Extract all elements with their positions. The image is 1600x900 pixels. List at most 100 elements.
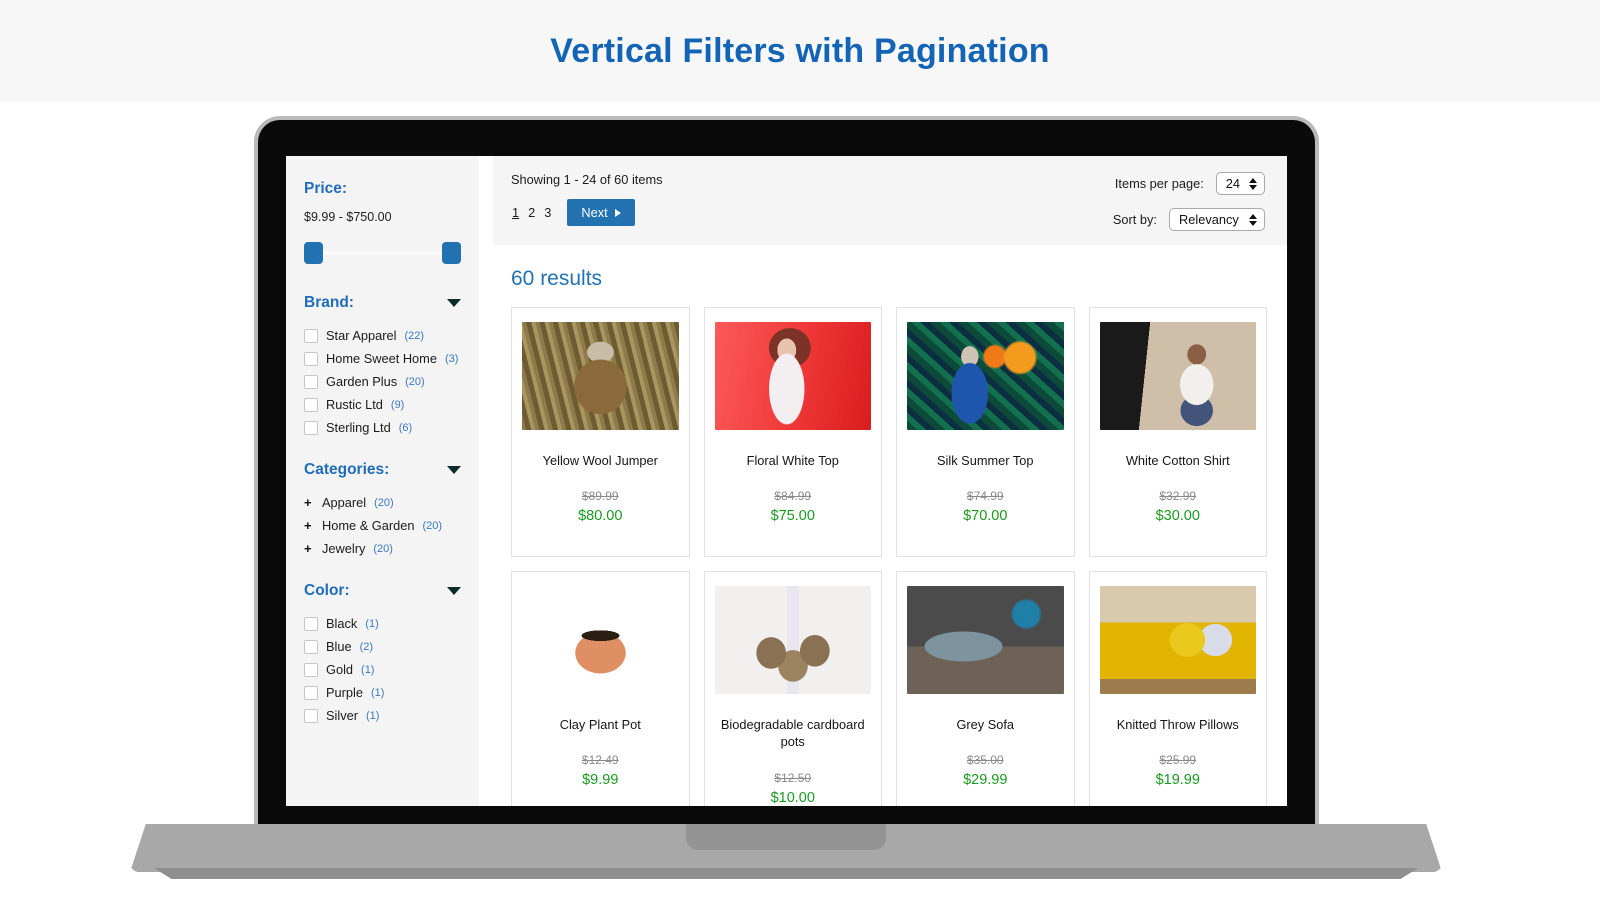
checkbox-icon[interactable]	[304, 709, 318, 723]
product-card[interactable]: Clay Plant Pot $12.49 $9.99	[511, 571, 690, 806]
checkbox-icon[interactable]	[304, 686, 318, 700]
color-option[interactable]: Silver (1)	[304, 704, 461, 727]
product-card[interactable]: Yellow Wool Jumper $89.99 $80.00	[511, 307, 690, 557]
page-link-2[interactable]: 2	[527, 205, 536, 220]
brand-option[interactable]: Garden Plus (20)	[304, 370, 461, 393]
color-option[interactable]: Purple (1)	[304, 681, 461, 704]
product-price: $75.00	[771, 508, 815, 524]
brand-option-count: (20)	[405, 376, 425, 388]
product-card[interactable]: Silk Summer Top $74.99 $70.00	[896, 307, 1075, 557]
checkbox-icon[interactable]	[304, 398, 318, 412]
product-card[interactable]: Floral White Top $84.99 $75.00	[704, 307, 883, 557]
facet-divider	[286, 439, 479, 461]
brand-option-label: Sterling Ltd	[326, 420, 391, 435]
toolbar-right: Items per page: 24 Sort by: Relevancy	[1113, 172, 1265, 231]
product-card[interactable]: Biodegradable cardboard pots $12.50 $10.…	[704, 571, 883, 806]
color-option[interactable]: Gold (1)	[304, 658, 461, 681]
chevron-down-icon[interactable]	[447, 466, 461, 474]
laptop-lid: Price: $9.99 - $750.00 Brand:	[258, 120, 1315, 830]
product-price: $10.00	[771, 790, 815, 806]
facet-price-title: Price:	[304, 180, 347, 198]
results-heading: 60 results	[493, 245, 1287, 307]
pagination: 1 2 3 Next	[511, 199, 663, 226]
checkbox-icon[interactable]	[304, 640, 318, 654]
laptop-screen: Price: $9.99 - $750.00 Brand:	[286, 156, 1287, 806]
product-price: $30.00	[1156, 508, 1200, 524]
brand-option[interactable]: Sterling Ltd (6)	[304, 416, 461, 439]
next-button-label: Next	[581, 205, 607, 220]
page-banner: Vertical Filters with Pagination	[0, 0, 1600, 102]
product-name: Yellow Wool Jumper	[543, 452, 658, 469]
facet-divider	[286, 560, 479, 582]
price-range-slider[interactable]	[304, 240, 461, 266]
product-card[interactable]: Grey Sofa $35.00 $29.99	[896, 571, 1075, 806]
facet-color-title: Color:	[304, 582, 350, 600]
product-price: $9.99	[582, 772, 618, 788]
category-option[interactable]: + Apparel (20)	[304, 491, 461, 514]
facet-color: Color: Black (1) Blue (2)	[286, 582, 479, 727]
chevron-down-icon[interactable]	[447, 587, 461, 595]
brand-option[interactable]: Star Apparel (22)	[304, 324, 461, 347]
product-old-price: $25.99	[1159, 753, 1196, 767]
facet-categories-header[interactable]: Categories:	[304, 461, 461, 479]
chevron-down-icon[interactable]	[447, 299, 461, 307]
checkbox-icon[interactable]	[304, 375, 318, 389]
checkbox-icon[interactable]	[304, 663, 318, 677]
facet-brand-header[interactable]: Brand:	[304, 294, 461, 312]
product-image	[907, 322, 1064, 430]
product-old-price: $89.99	[582, 489, 619, 503]
slider-handle-max[interactable]	[442, 242, 461, 264]
color-option-count: (1)	[371, 687, 384, 699]
brand-option-count: (3)	[445, 353, 458, 365]
brand-option-label: Home Sweet Home	[326, 351, 437, 366]
facet-color-header[interactable]: Color:	[304, 582, 461, 600]
brand-option[interactable]: Home Sweet Home (3)	[304, 347, 461, 370]
product-name: Knitted Throw Pillows	[1117, 716, 1239, 733]
stepper-icon[interactable]	[1249, 178, 1257, 190]
items-per-page-select[interactable]: 24	[1216, 172, 1265, 195]
color-option-label: Blue	[326, 639, 352, 654]
sort-by-control: Sort by: Relevancy	[1113, 208, 1265, 231]
stepper-icon[interactable]	[1249, 214, 1257, 226]
facet-price-header[interactable]: Price:	[304, 180, 461, 198]
facet-categories-title: Categories:	[304, 461, 389, 479]
brand-option-label: Star Apparel	[326, 328, 396, 343]
product-price: $19.99	[1156, 772, 1200, 788]
slider-handle-min[interactable]	[304, 242, 323, 264]
color-option[interactable]: Black (1)	[304, 612, 461, 635]
items-per-page-control: Items per page: 24	[1115, 172, 1265, 195]
brand-option-count: (9)	[391, 399, 404, 411]
product-old-price: $74.99	[967, 489, 1004, 503]
next-page-button[interactable]: Next	[567, 199, 634, 226]
page-link-1[interactable]: 1	[511, 205, 520, 220]
checkbox-icon[interactable]	[304, 352, 318, 366]
product-old-price: $35.00	[967, 753, 1004, 767]
category-option[interactable]: + Home & Garden (20)	[304, 514, 461, 537]
arrow-right-icon	[615, 209, 621, 217]
product-name: Clay Plant Pot	[560, 716, 641, 733]
product-image	[715, 322, 872, 430]
product-old-price: $12.49	[582, 753, 619, 767]
product-price: $29.99	[963, 772, 1007, 788]
product-name: Floral White Top	[747, 452, 839, 469]
category-option[interactable]: + Jewelry (20)	[304, 537, 461, 560]
page-link-3[interactable]: 3	[543, 205, 552, 220]
facet-categories: Categories: + Apparel (20) + Home & Gard…	[286, 461, 479, 560]
expand-plus-icon[interactable]: +	[304, 518, 314, 533]
brand-option-label: Rustic Ltd	[326, 397, 383, 412]
product-card[interactable]: White Cotton Shirt $32.99 $30.00	[1089, 307, 1268, 557]
product-name: Grey Sofa	[956, 716, 1014, 733]
expand-plus-icon[interactable]: +	[304, 495, 314, 510]
brand-option-label: Garden Plus	[326, 374, 397, 389]
checkbox-icon[interactable]	[304, 421, 318, 435]
product-card[interactable]: Knitted Throw Pillows $25.99 $19.99	[1089, 571, 1268, 806]
brand-option[interactable]: Rustic Ltd (9)	[304, 393, 461, 416]
product-image	[715, 586, 872, 694]
showing-count-label: Showing 1 - 24 of 60 items	[511, 172, 663, 187]
expand-plus-icon[interactable]: +	[304, 541, 314, 556]
checkbox-icon[interactable]	[304, 329, 318, 343]
checkbox-icon[interactable]	[304, 617, 318, 631]
sort-by-select[interactable]: Relevancy	[1169, 208, 1265, 231]
color-option[interactable]: Blue (2)	[304, 635, 461, 658]
items-per-page-value: 24	[1226, 176, 1240, 191]
